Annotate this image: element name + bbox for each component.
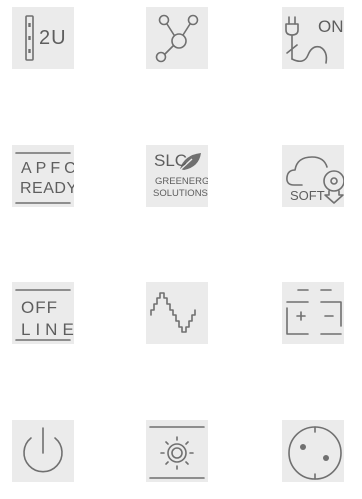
plug-on-icon: ON (282, 7, 344, 69)
brightness-icon (146, 420, 208, 482)
network-topology-icon (146, 7, 208, 69)
sine-wave-icon (146, 282, 208, 344)
slc-greenergy-logo: SLC GREENERGY SOLUTIONS (146, 145, 208, 207)
solutions-label: SOLUTIONS (153, 188, 208, 199)
socket-icon (282, 420, 344, 482)
soft-label: SOFT (290, 188, 325, 203)
cloud-soft-icon: SOFT (282, 145, 344, 207)
off-label: OFF (21, 298, 58, 317)
apfc-ready-icon: APFC READY (12, 145, 74, 207)
rack-2u-icon: 2U (12, 7, 74, 69)
slc-brand: SLC (154, 151, 188, 170)
battery-icon (282, 282, 344, 344)
plug-on-label: ON (318, 17, 344, 36)
apfc-label: APFC (21, 160, 74, 177)
ready-label: READY (20, 180, 74, 197)
line-label: LINE (21, 320, 74, 339)
rack-2u-label: 2U (39, 27, 67, 49)
power-icon (12, 420, 74, 482)
greenergy-label: GREENERGY (155, 176, 208, 187)
offline-icon: OFF LINE (12, 282, 74, 344)
